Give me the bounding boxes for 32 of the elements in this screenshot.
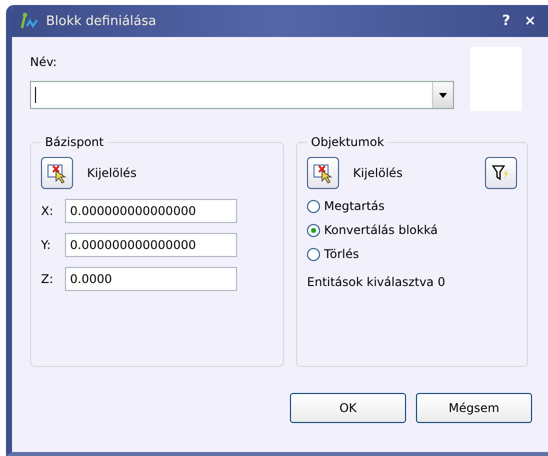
coordinate-label: Y: (41, 238, 52, 252)
dropdown-arrow-icon (439, 92, 447, 98)
pick-point-icon (312, 162, 334, 184)
filter-button[interactable] (485, 157, 517, 189)
ok-button[interactable]: OK (290, 393, 406, 423)
group-title: Objektumok (310, 135, 386, 149)
select-label: Kijelölés (353, 166, 403, 180)
coordinate-label: Z: (41, 272, 54, 286)
radio-button[interactable] (307, 200, 320, 212)
coordinate-label: X: (41, 204, 54, 218)
help-button[interactable]: ? (498, 13, 514, 29)
cancel-button[interactable]: Mégsem (416, 393, 532, 423)
radio-option[interactable]: Konvertálás blokká (307, 223, 517, 237)
coordinate-field[interactable]: 0.0000 (65, 267, 237, 291)
radio-option[interactable]: Megtartás (307, 199, 517, 213)
name-label: Név: (30, 55, 58, 69)
coordinate-field[interactable]: 0.000000000000000 (65, 199, 237, 223)
app-logo-icon (18, 12, 40, 30)
radio-button[interactable] (307, 224, 320, 236)
name-combo-box[interactable] (30, 81, 454, 109)
coordinate-field[interactable]: 0.000000000000000 (65, 233, 237, 257)
selection-count: Entitások kiválasztva 0 (307, 275, 446, 289)
close-button[interactable]: × (520, 13, 540, 29)
pick-point-icon (46, 162, 68, 184)
pick-label: Kijelölés (87, 166, 137, 180)
pick-point-button[interactable] (41, 157, 73, 189)
select-objects-button[interactable] (307, 157, 339, 189)
group-title: Bázispont (44, 135, 105, 149)
radio-button[interactable] (307, 248, 320, 260)
filter-icon (492, 164, 510, 182)
window-title: Blokk definiálása (46, 14, 158, 28)
radio-option[interactable]: Törlés (307, 247, 517, 261)
